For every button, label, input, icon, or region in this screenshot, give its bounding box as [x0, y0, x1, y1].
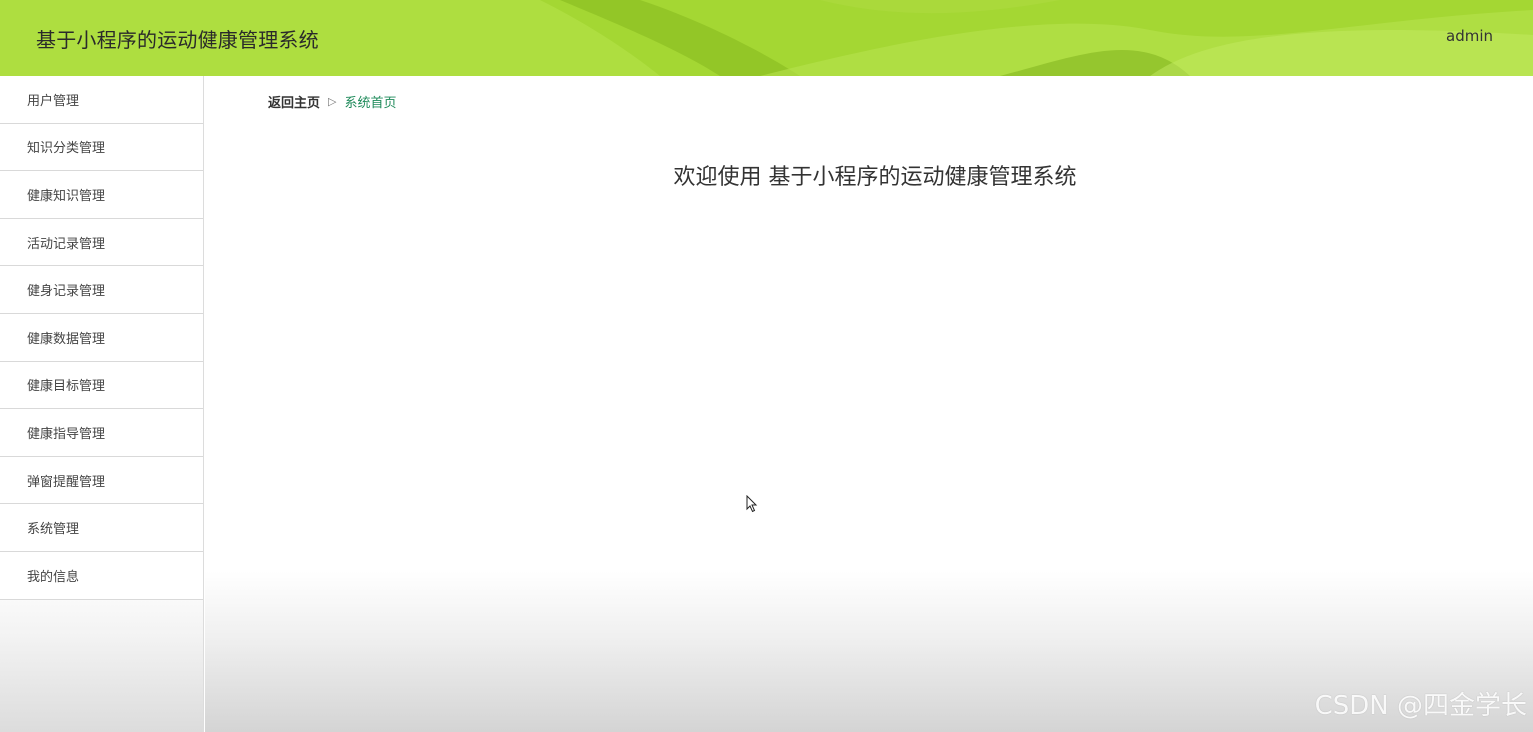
mouse-cursor-icon — [746, 495, 758, 513]
sidebar-item-user-management[interactable]: 用户管理 — [0, 76, 203, 124]
sidebar: 用户管理 知识分类管理 健康知识管理 活动记录管理 健身记录管理 健康数据管理 … — [0, 76, 204, 732]
breadcrumb-current[interactable]: 系统首页 — [344, 92, 396, 111]
breadcrumb: 返回主页 ▷ 系统首页 — [268, 92, 397, 111]
breadcrumb-home-link[interactable]: 返回主页 — [268, 92, 320, 111]
main-content: 返回主页 ▷ 系统首页 欢迎使用 基于小程序的运动健康管理系统 — [205, 76, 1533, 732]
welcome-message: 欢迎使用 基于小程序的运动健康管理系统 — [673, 165, 1077, 190]
sidebar-item-health-guidance[interactable]: 健康指导管理 — [0, 409, 203, 457]
sidebar-item-my-info[interactable]: 我的信息 — [0, 551, 203, 600]
sidebar-item-health-goals[interactable]: 健康目标管理 — [0, 361, 203, 410]
sidebar-item-system-management[interactable]: 系统管理 — [0, 504, 203, 552]
watermark: CSDN @四金学长 — [1314, 691, 1527, 721]
sidebar-item-knowledge-category[interactable]: 知识分类管理 — [0, 123, 203, 172]
user-name[interactable]: admin — [1446, 27, 1493, 45]
sidebar-item-popup-reminders[interactable]: 弹窗提醒管理 — [0, 456, 203, 505]
top-header: 基于小程序的运动健康管理系统 admin — [0, 0, 1533, 76]
sidebar-item-health-data[interactable]: 健康数据管理 — [0, 313, 203, 362]
app-title: 基于小程序的运动健康管理系统 — [36, 28, 319, 52]
breadcrumb-separator-icon: ▷ — [328, 95, 337, 108]
sidebar-item-health-knowledge[interactable]: 健康知识管理 — [0, 171, 203, 219]
sidebar-item-fitness-records[interactable]: 健身记录管理 — [0, 266, 203, 314]
sidebar-item-activity-records[interactable]: 活动记录管理 — [0, 218, 203, 267]
